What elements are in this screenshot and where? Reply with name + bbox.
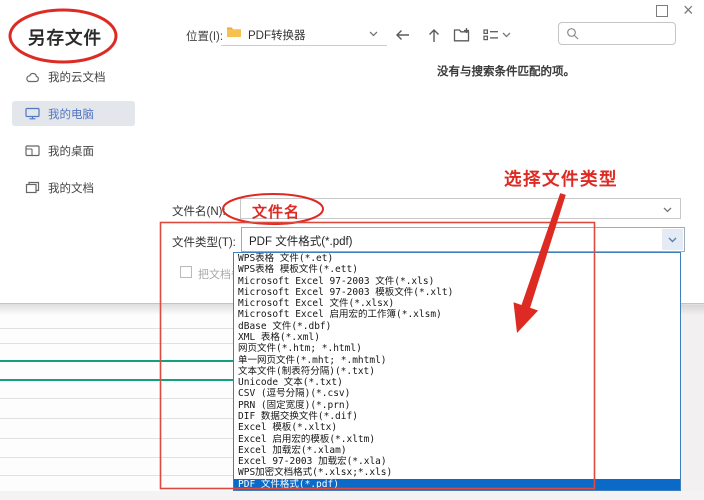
chevron-down-icon bbox=[668, 237, 677, 242]
computer-icon bbox=[25, 107, 40, 120]
sidebar-item-my-docs[interactable]: 我的文档 bbox=[12, 175, 135, 200]
filetype-label: 文件类型(T): bbox=[172, 237, 236, 249]
filetype-option[interactable]: Excel 加载宏(*.xlam) bbox=[234, 445, 680, 456]
sidebar: 我的云文档我的电脑我的桌面我的文档 bbox=[0, 58, 160, 212]
sidebar-item-my-desktop[interactable]: 我的桌面 bbox=[12, 138, 135, 163]
sidebar-item-cloud-docs[interactable]: 我的云文档 bbox=[12, 64, 135, 89]
filetype-value: PDF 文件格式(*.pdf) bbox=[249, 236, 353, 248]
chevron-down-icon[interactable] bbox=[663, 207, 672, 213]
new-folder-button[interactable] bbox=[452, 25, 472, 45]
filetype-option[interactable]: Excel 启用宏的模板(*.xltm) bbox=[234, 434, 680, 445]
filetype-option[interactable]: WPS加密文档格式(*.xlsx;*.xls) bbox=[234, 467, 680, 478]
background-bottom-strip bbox=[0, 491, 704, 500]
filetype-option[interactable]: Unicode 文本(*.txt) bbox=[234, 377, 680, 388]
filetype-option[interactable]: 文本文件(制表符分隔)(*.txt) bbox=[234, 366, 680, 377]
filetype-option[interactable]: CSV (逗号分隔)(*.csv) bbox=[234, 388, 680, 399]
filetype-option[interactable]: Microsoft Excel 文件(*.xlsx) bbox=[234, 298, 680, 309]
sidebar-item-label: 我的桌面 bbox=[48, 145, 94, 158]
sidebar-item-label: 我的电脑 bbox=[48, 108, 94, 121]
location-value: PDF转换器 bbox=[248, 30, 306, 42]
filetype-option[interactable]: WPS表格 文件(*.et) bbox=[234, 253, 680, 264]
filetype-option[interactable]: Excel 97-2003 加载宏(*.xla) bbox=[234, 456, 680, 467]
search-input[interactable] bbox=[584, 27, 669, 40]
sidebar-item-label: 我的文档 bbox=[48, 182, 94, 195]
desktop-icon bbox=[25, 144, 40, 157]
close-button[interactable]: × bbox=[683, 0, 694, 20]
location-label: 位置(I): bbox=[186, 31, 224, 43]
filetype-option[interactable]: PDF 文件格式(*.pdf) bbox=[234, 478, 680, 490]
filetype-option[interactable]: 单一网页文件(*.mht; *.mhtml) bbox=[234, 355, 680, 366]
filetype-option[interactable]: Microsoft Excel 97-2003 模板文件(*.xlt) bbox=[234, 287, 680, 298]
dialog-title: 另存文件 bbox=[28, 28, 102, 48]
backup-checkbox[interactable] bbox=[180, 266, 192, 278]
cloud-icon bbox=[25, 71, 40, 83]
chevron-down-icon bbox=[369, 31, 378, 37]
location-combobox[interactable]: PDF转换器 bbox=[221, 22, 387, 46]
filetype-option[interactable]: WPS表格 模板文件(*.ett) bbox=[234, 264, 680, 275]
filetype-option[interactable]: XML 表格(*.xml) bbox=[234, 332, 680, 343]
back-button[interactable] bbox=[393, 25, 413, 45]
filename-input[interactable]: 文件名 bbox=[240, 198, 681, 221]
filetype-option[interactable]: DIF 数据交换文件(*.dif) bbox=[234, 411, 680, 422]
sidebar-item-label: 我的云文档 bbox=[48, 71, 106, 84]
search-box[interactable] bbox=[558, 22, 676, 45]
filetype-option[interactable]: dBase 文件(*.dbf) bbox=[234, 321, 680, 332]
chevron-down-icon bbox=[502, 32, 511, 38]
filetype-option[interactable]: PRN (固定宽度)(*.prn) bbox=[234, 400, 680, 411]
maximize-button[interactable] bbox=[656, 5, 668, 17]
filetype-option[interactable]: Microsoft Excel 97-2003 文件(*.xls) bbox=[234, 276, 680, 287]
documents-icon bbox=[25, 181, 40, 194]
location-underline bbox=[221, 45, 387, 46]
filename-label: 文件名(N): bbox=[172, 206, 226, 218]
empty-results-message: 没有与搜索条件匹配的项。 bbox=[437, 66, 575, 78]
folder-icon bbox=[226, 25, 242, 38]
filetype-listbox: WPS表格 文件(*.et) WPS表格 模板文件(*.ett) Microsoft… bbox=[233, 252, 681, 491]
filetype-option[interactable]: 网页文件(*.htm; *.html) bbox=[234, 343, 680, 354]
view-options-button[interactable] bbox=[482, 25, 512, 45]
filetype-option[interactable]: Excel 模板(*.xltx) bbox=[234, 422, 680, 433]
sidebar-item-my-computer[interactable]: 我的电脑 bbox=[12, 101, 135, 126]
up-button[interactable] bbox=[424, 25, 444, 45]
search-icon bbox=[566, 27, 579, 40]
filetype-option[interactable]: Microsoft Excel 启用宏的工作簿(*.xlsm) bbox=[234, 309, 680, 320]
background-right-strip bbox=[681, 305, 704, 500]
filename-value: 文件名 bbox=[252, 204, 301, 221]
filetype-dropdown-button[interactable] bbox=[662, 229, 683, 250]
filetype-combobox[interactable]: PDF 文件格式(*.pdf) bbox=[241, 227, 685, 252]
